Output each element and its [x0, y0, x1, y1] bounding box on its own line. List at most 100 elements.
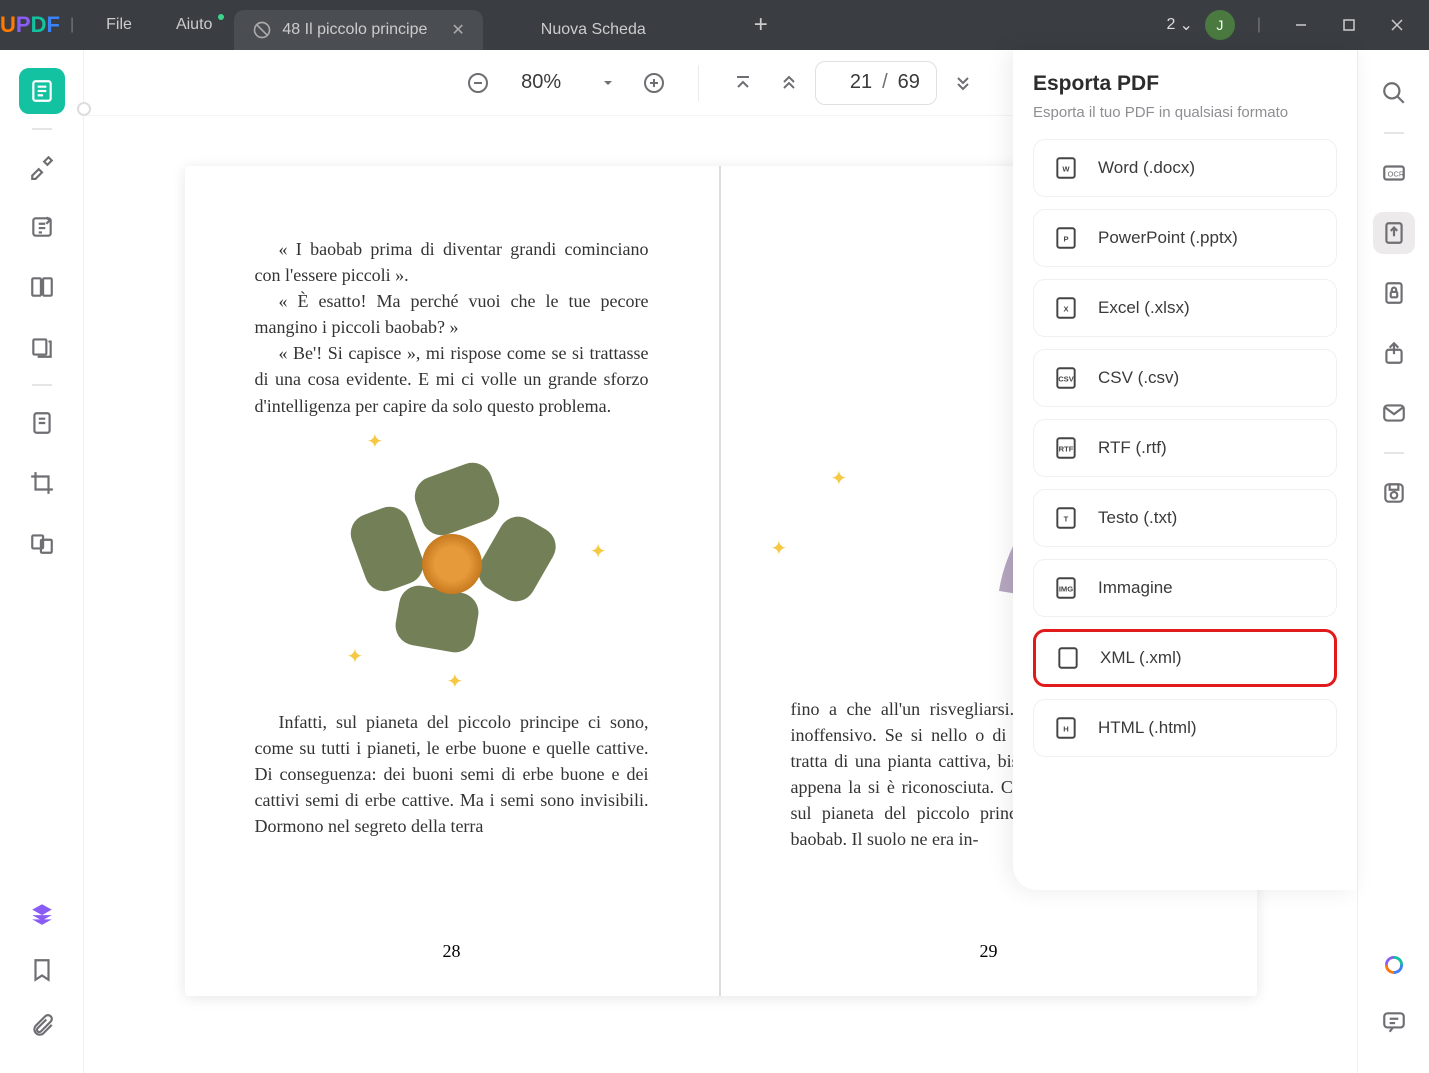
page-paragraph: « I baobab prima di diventar grandi comi… [255, 236, 649, 288]
menu-file[interactable]: File [84, 16, 154, 34]
file-format-icon: W [1052, 154, 1080, 182]
new-tab-button[interactable]: + [754, 11, 768, 39]
sidebar-right: OCR [1357, 50, 1429, 1073]
tab-active[interactable]: 48 Il piccolo principe ✕ [234, 10, 482, 50]
page-paragraph: Infatti, sul pianeta del piccolo princip… [255, 709, 649, 839]
file-format-icon: CSV [1052, 364, 1080, 392]
zoom-in-button[interactable] [634, 63, 674, 103]
page-separator: / [882, 71, 888, 94]
svg-text:H: H [1063, 724, 1068, 733]
form-tool-button[interactable] [19, 400, 65, 446]
svg-text:W: W [1062, 164, 1070, 173]
separator [32, 128, 52, 130]
tab-active-label: 48 Il piccolo principe [282, 21, 427, 39]
total-pages: 69 [898, 71, 920, 94]
reader-mode-button[interactable] [19, 68, 65, 114]
tab-inactive-label: Nuova Scheda [541, 21, 646, 39]
export-item-immagine[interactable]: IMG Immagine [1033, 559, 1337, 617]
page-paragraph: « Be'! Si capisce », mi rispose come se … [255, 340, 649, 418]
zoom-value: 80% [516, 71, 566, 94]
separator [1384, 452, 1404, 454]
page-number: 28 [185, 941, 719, 962]
compare-tool-button[interactable] [19, 520, 65, 566]
save-button[interactable] [1373, 472, 1415, 514]
zoom-dropdown-button[interactable] [588, 63, 628, 103]
file-format-icon: RTF [1052, 434, 1080, 462]
close-icon[interactable]: ✕ [451, 20, 464, 40]
separator [32, 384, 52, 386]
export-item-label: CSV (.csv) [1098, 368, 1179, 388]
page-input-box[interactable]: 21 / 69 [815, 61, 937, 105]
highlight-tool-button[interactable] [19, 144, 65, 190]
attachment-button[interactable] [19, 1003, 65, 1049]
comment-button[interactable] [1373, 1001, 1415, 1043]
ai-assistant-button[interactable] [1373, 945, 1415, 987]
protect-button[interactable] [1373, 272, 1415, 314]
prev-page-button[interactable] [769, 63, 809, 103]
organize-pages-button[interactable] [19, 324, 65, 370]
page-left: « I baobab prima di diventar grandi comi… [185, 166, 721, 996]
page-illustration: ✦ ✦ ✦ ✦ [327, 439, 577, 689]
svg-text:IMG: IMG [1059, 584, 1073, 593]
export-item-testo[interactable]: T Testo (.txt) [1033, 489, 1337, 547]
first-page-button[interactable] [723, 63, 763, 103]
export-item-powerpoint[interactable]: P PowerPoint (.pptx) [1033, 209, 1337, 267]
crop-tool-button[interactable] [19, 460, 65, 506]
chevron-down-icon: ⌄ [1179, 15, 1192, 35]
tab-inactive[interactable]: Nuova Scheda [523, 10, 664, 50]
export-item-rtf[interactable]: RTF RTF (.rtf) [1033, 419, 1337, 477]
separator [698, 65, 699, 101]
export-format-list: W Word (.docx) P PowerPoint (.pptx) X Excel (… [1033, 139, 1337, 757]
divider: | [70, 16, 74, 34]
file-format-icon: IMG [1052, 574, 1080, 602]
export-item-label: Word (.docx) [1098, 158, 1195, 178]
svg-text:T: T [1064, 514, 1069, 523]
share-button[interactable] [1373, 332, 1415, 374]
current-page: 21 [832, 71, 872, 94]
export-item-csv[interactable]: CSV CSV (.csv) [1033, 349, 1337, 407]
export-item-label: Testo (.txt) [1098, 508, 1177, 528]
export-item-xml[interactable]: XML (.xml) [1033, 629, 1337, 687]
page-paragraph: « È esatto! Ma perché vuoi che le tue pe… [255, 288, 649, 340]
export-item-label: HTML (.html) [1098, 718, 1197, 738]
maximize-button[interactable] [1331, 7, 1367, 43]
tab-file-icon [252, 20, 272, 40]
svg-text:RTF: RTF [1059, 444, 1074, 453]
page-layout-button[interactable] [19, 264, 65, 310]
file-format-icon: X [1052, 294, 1080, 322]
page-number: 29 [721, 941, 1257, 962]
export-item-word[interactable]: W Word (.docx) [1033, 139, 1337, 197]
next-page-button[interactable] [943, 63, 983, 103]
close-window-button[interactable] [1379, 7, 1415, 43]
email-button[interactable] [1373, 392, 1415, 434]
panel-handle[interactable] [77, 102, 91, 116]
svg-text:CSV: CSV [1058, 374, 1074, 383]
window-count[interactable]: 2⌄ [1167, 15, 1193, 35]
export-item-label: PowerPoint (.pptx) [1098, 228, 1238, 248]
export-item-label: Excel (.xlsx) [1098, 298, 1190, 318]
zoom-out-button[interactable] [458, 63, 498, 103]
export-item-label: XML (.xml) [1100, 648, 1182, 668]
export-item-excel[interactable]: X Excel (.xlsx) [1033, 279, 1337, 337]
export-item-label: Immagine [1098, 578, 1173, 598]
avatar[interactable]: J [1205, 10, 1235, 40]
bookmark-button[interactable] [19, 947, 65, 993]
menu-help[interactable]: Aiuto [154, 16, 234, 34]
file-format-icon: P [1052, 224, 1080, 252]
search-button[interactable] [1373, 72, 1415, 114]
file-format-icon: T [1052, 504, 1080, 532]
file-format-icon: H [1052, 714, 1080, 742]
titlebar-right: 2⌄ J | [1167, 7, 1429, 43]
export-panel-title: Esporta PDF [1033, 72, 1337, 96]
notification-dot-icon [218, 14, 224, 20]
export-panel-subtitle: Esporta il tuo PDF in qualsiasi formato [1033, 104, 1337, 121]
layers-button[interactable] [19, 891, 65, 937]
svg-text:OCR: OCR [1387, 169, 1404, 178]
export-item-label: RTF (.rtf) [1098, 438, 1167, 458]
export-item-html[interactable]: H HTML (.html) [1033, 699, 1337, 757]
edit-text-button[interactable] [19, 204, 65, 250]
menu-help-label: Aiuto [176, 16, 212, 33]
export-button[interactable] [1373, 212, 1415, 254]
ocr-button[interactable]: OCR [1373, 152, 1415, 194]
minimize-button[interactable] [1283, 7, 1319, 43]
